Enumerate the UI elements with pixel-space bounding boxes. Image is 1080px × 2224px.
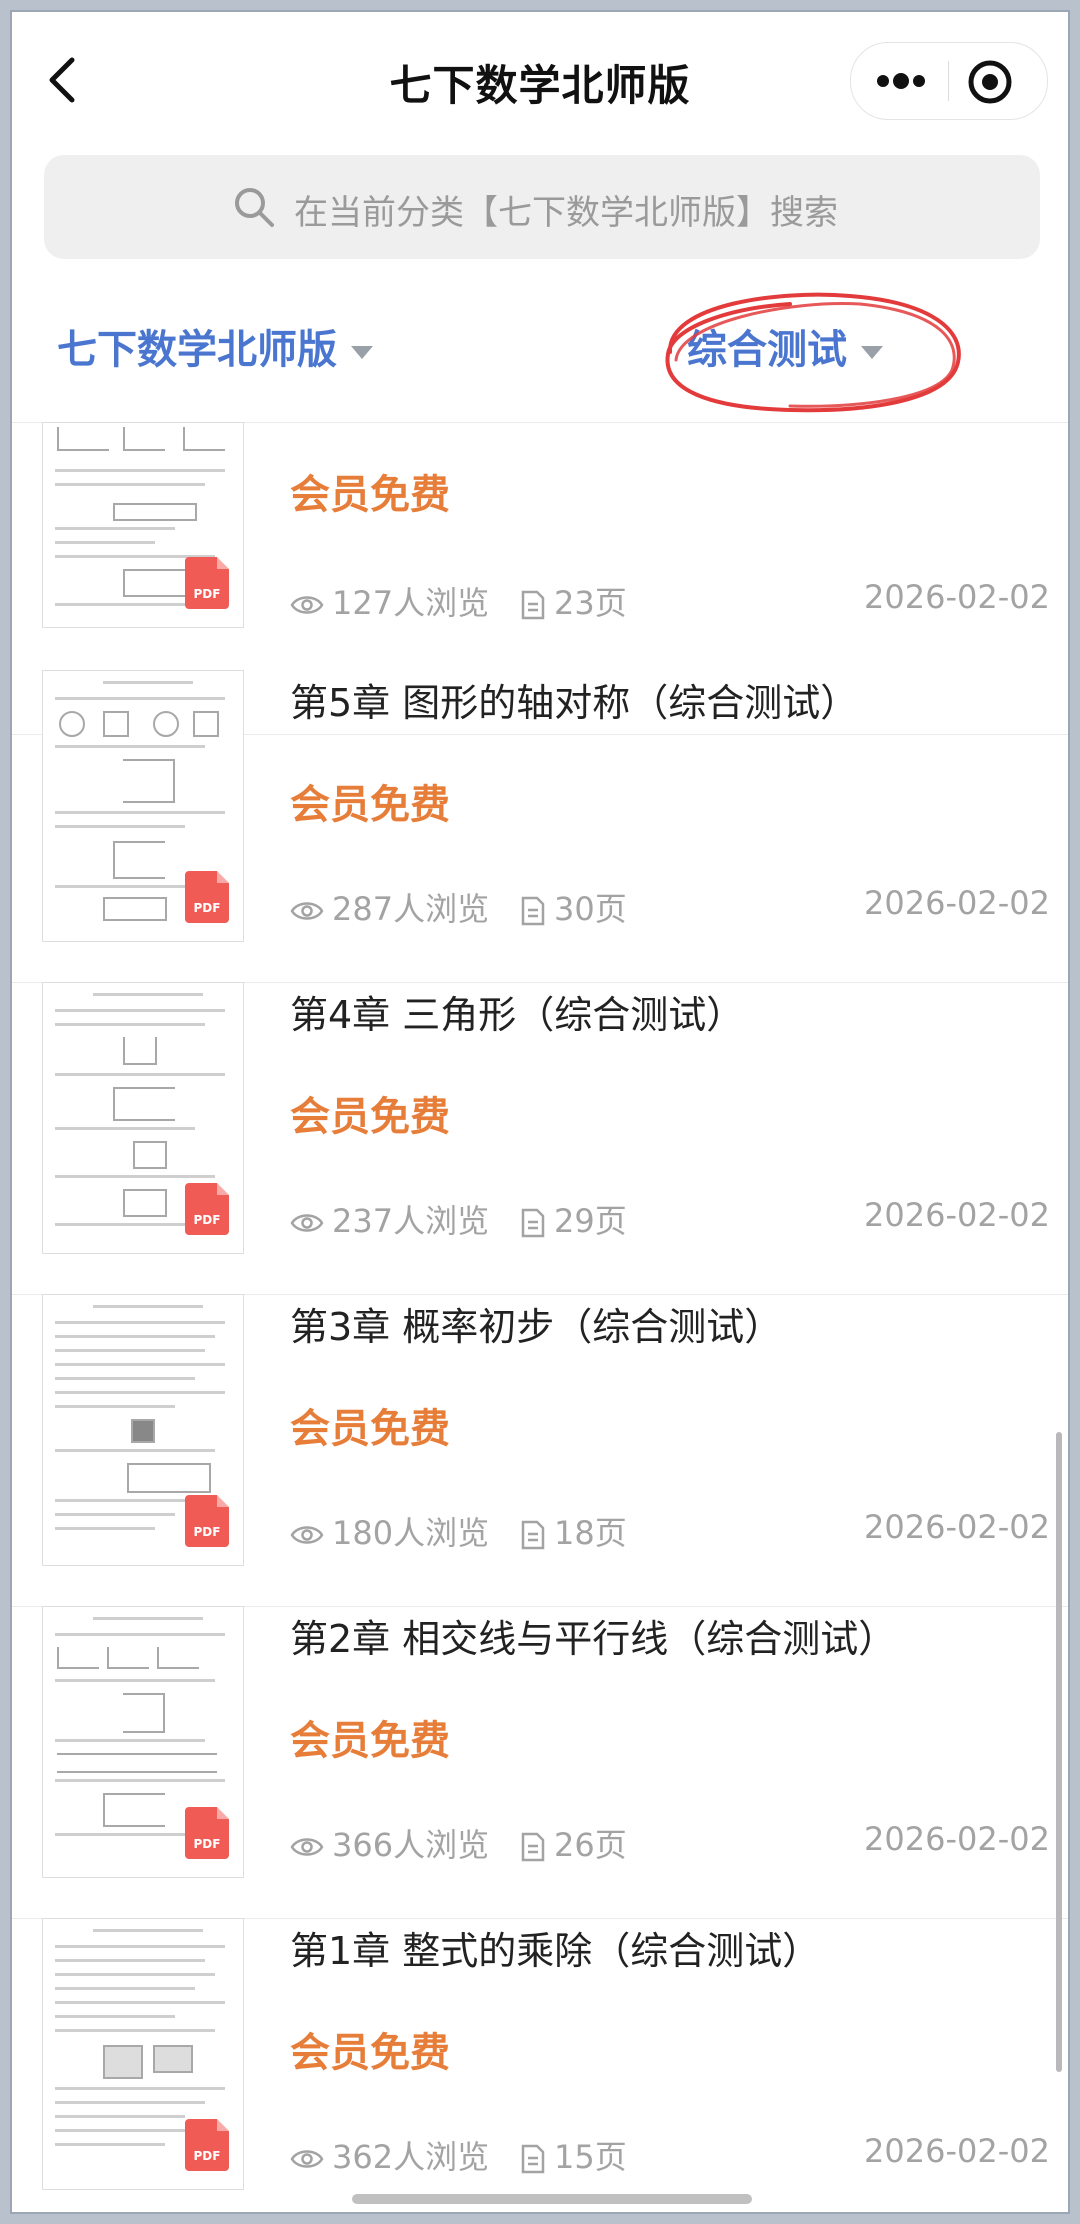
pdf-badge: PDF	[185, 1807, 229, 1859]
page-count: 29页	[520, 1196, 627, 1242]
item-title: 第4章 三角形（综合测试）	[290, 993, 745, 1037]
view-count: 362人浏览	[290, 2132, 489, 2178]
category-filter-label: 七下数学北师版	[57, 327, 337, 373]
close-button[interactable]	[967, 59, 1013, 105]
nav-header: 七下数学北师版	[12, 12, 1068, 142]
publish-date: 2026-02-02	[864, 1196, 1050, 1234]
view-count: 366人浏览	[290, 1820, 489, 1866]
app-frame: 七下数学北师版 在当前分类【七下数学北师版】搜索 七下数学北师版 综合测试 PD…	[10, 10, 1070, 2214]
member-free-tag: 会员免费	[290, 1718, 450, 1764]
document-icon	[521, 1520, 545, 1550]
document-thumbnail: PDF	[42, 670, 244, 942]
eye-icon	[290, 596, 324, 614]
pdf-badge: PDF	[185, 871, 229, 923]
target-close-icon	[968, 60, 1012, 104]
item-meta: 362人浏览 15页 2026-02-02	[290, 2130, 1050, 2180]
search-placeholder: 在当前分类【七下数学北师版】搜索	[294, 193, 838, 233]
more-button[interactable]	[873, 67, 929, 95]
list-item[interactable]: PDF 第5章 图形的轴对称（综合测试） 会员免费 287人浏览 30页 202…	[12, 670, 1068, 983]
item-meta: 287人浏览 30页 2026-02-02	[290, 882, 1050, 932]
publish-date: 2026-02-02	[864, 1508, 1050, 1546]
item-meta: 180人浏览 18页 2026-02-02	[290, 1506, 1050, 1556]
category-filter-dropdown[interactable]: 七下数学北师版	[57, 317, 373, 375]
document-icon	[521, 1832, 545, 1862]
publish-date: 2026-02-02	[864, 884, 1050, 922]
member-free-tag: 会员免费	[290, 1406, 450, 1452]
scrollbar[interactable]	[1056, 1432, 1062, 2072]
item-meta: 127人浏览 23页 2026-02-02	[290, 576, 1050, 626]
member-free-tag: 会员免费	[290, 472, 450, 518]
annotation-circle	[665, 292, 961, 413]
page-count: 26页	[520, 1820, 627, 1866]
member-free-tag: 会员免费	[290, 2030, 450, 2076]
publish-date: 2026-02-02	[864, 1820, 1050, 1858]
list-item[interactable]: PDF 第3章 概率初步（综合测试） 会员免费 180人浏览 18页 2026-…	[12, 1294, 1068, 1607]
filter-bar: 七下数学北师版 综合测试	[12, 282, 1068, 422]
page-count: 15页	[520, 2132, 627, 2178]
item-title: 第3章 概率初步（综合测试）	[290, 1305, 783, 1349]
document-icon	[521, 896, 545, 926]
member-free-tag: 会员免费	[290, 782, 450, 828]
pdf-badge: PDF	[185, 2119, 229, 2171]
document-icon	[521, 590, 545, 620]
item-meta: 237人浏览 29页 2026-02-02	[290, 1194, 1050, 1244]
pdf-badge: PDF	[185, 1183, 229, 1235]
search-icon	[232, 185, 276, 229]
eye-icon	[290, 1838, 324, 1856]
publish-date: 2026-02-02	[864, 578, 1050, 616]
document-icon	[521, 2144, 545, 2174]
item-title: 第1章 整式的乘除（综合测试）	[290, 1929, 821, 1973]
item-title: 第5章 图形的轴对称（综合测试）	[290, 681, 859, 725]
list-item[interactable]: PDF 第2章 相交线与平行线（综合测试） 会员免费 366人浏览 26页 20…	[12, 1606, 1068, 1919]
list-item[interactable]: PDF 第4章 三角形（综合测试） 会员免费 237人浏览 29页 2026-0…	[12, 982, 1068, 1295]
eye-icon	[290, 902, 324, 920]
document-icon	[521, 1208, 545, 1238]
home-indicator[interactable]	[352, 2194, 752, 2204]
more-dots-icon	[877, 73, 925, 89]
page-count: 23页	[520, 578, 627, 624]
document-thumbnail: PDF	[42, 422, 244, 628]
search-input[interactable]: 在当前分类【七下数学北师版】搜索	[44, 155, 1040, 259]
list-item[interactable]: PDF 第1章 整式的乘除（综合测试） 会员免费 362人浏览 15页 2026…	[12, 1918, 1068, 2212]
document-thumbnail: PDF	[42, 1606, 244, 1878]
publish-date: 2026-02-02	[864, 2132, 1050, 2170]
pdf-badge: PDF	[185, 1495, 229, 1547]
eye-icon	[290, 2150, 324, 2168]
mini-program-capsule	[850, 42, 1048, 120]
view-count: 180人浏览	[290, 1508, 489, 1554]
member-free-tag: 会员免费	[290, 1094, 450, 1140]
item-meta: 366人浏览 26页 2026-02-02	[290, 1818, 1050, 1868]
view-count: 127人浏览	[290, 578, 489, 624]
pdf-badge: PDF	[185, 557, 229, 609]
eye-icon	[290, 1526, 324, 1544]
view-count: 237人浏览	[290, 1196, 489, 1242]
item-title: 第2章 相交线与平行线（综合测试）	[290, 1617, 897, 1661]
page-count: 18页	[520, 1508, 627, 1554]
document-thumbnail: PDF	[42, 1918, 244, 2190]
page-count: 30页	[520, 884, 627, 930]
view-count: 287人浏览	[290, 884, 489, 930]
document-thumbnail: PDF	[42, 1294, 244, 1566]
eye-icon	[290, 1214, 324, 1232]
capsule-divider	[948, 61, 949, 101]
document-thumbnail: PDF	[42, 982, 244, 1254]
caret-down-icon	[351, 345, 373, 359]
